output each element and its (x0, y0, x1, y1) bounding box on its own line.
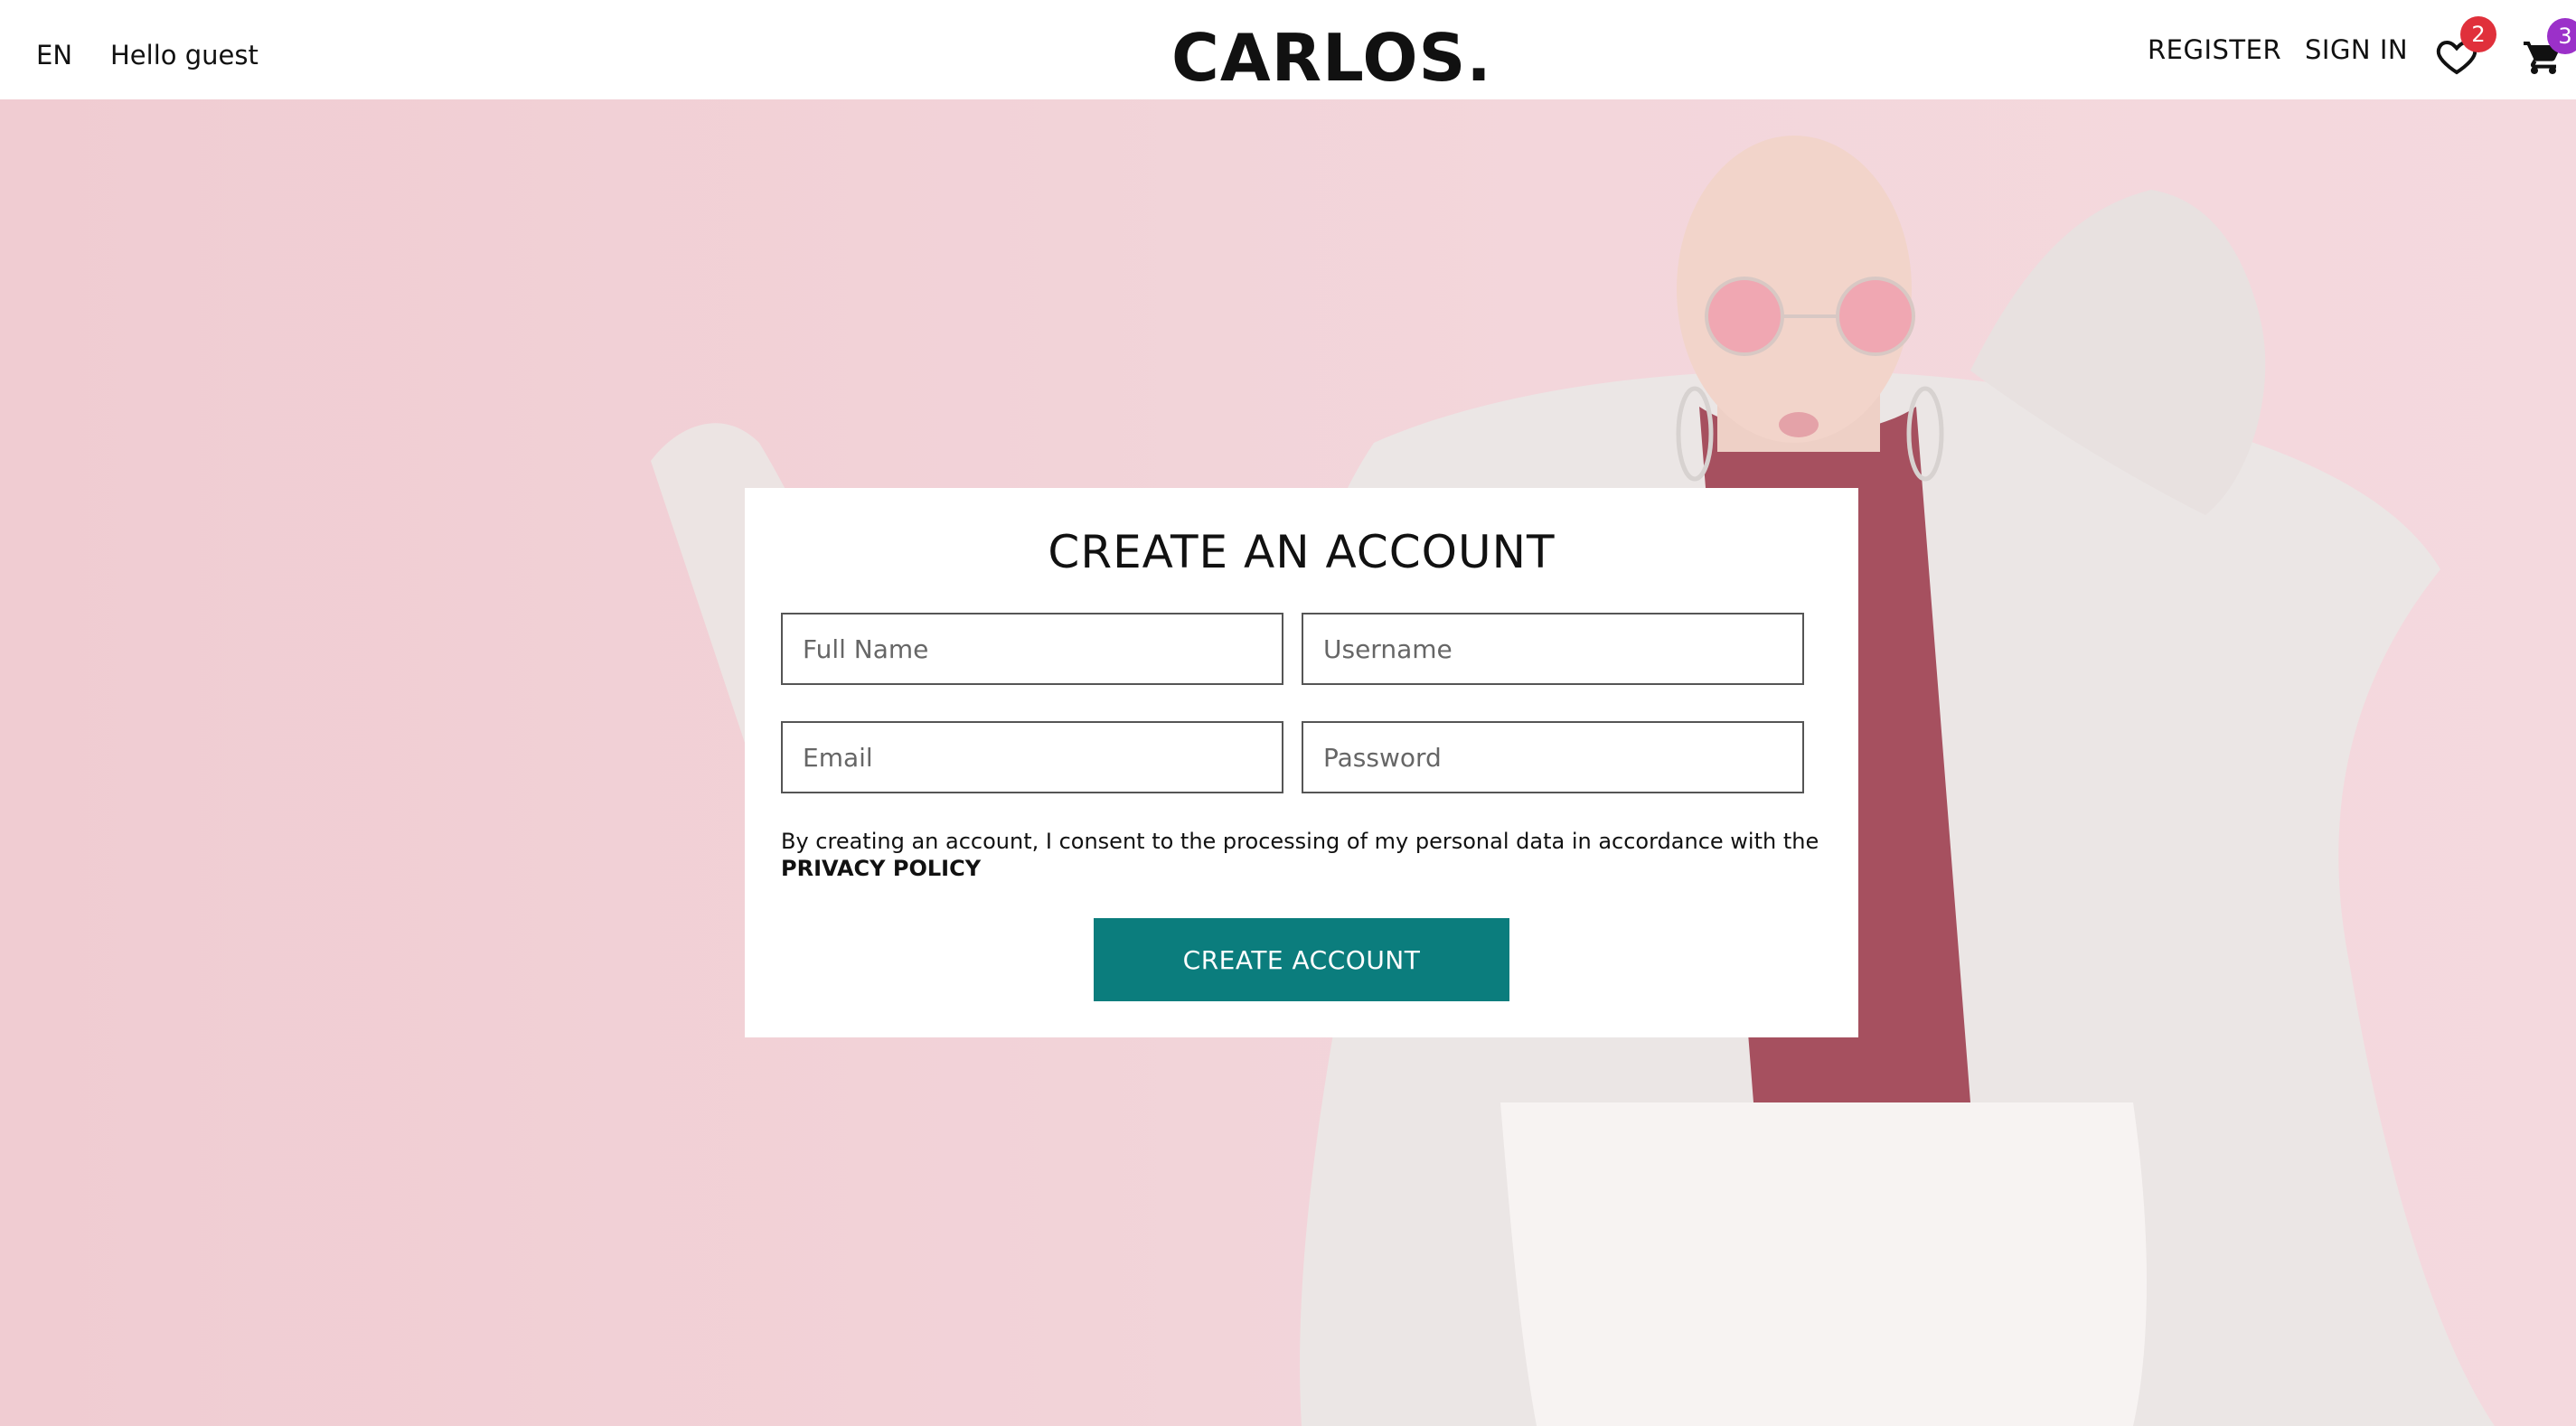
consent-text: By creating an account, I consent to the… (781, 828, 1829, 882)
hero-section: CREATE AN ACCOUNT By creating an account… (0, 99, 2576, 1426)
create-account-button[interactable]: CREATE ACCOUNT (1094, 918, 1509, 1001)
brand-logo[interactable]: CARLOS. (1171, 22, 1492, 94)
cart-count-badge: 3 (2547, 18, 2576, 54)
consent-statement: By creating an account, I consent to the… (781, 829, 1819, 854)
form-title: CREATE AN ACCOUNT (1048, 526, 1556, 578)
site-header: EN Hello guest CARLOS. REGISTER SIGN IN … (0, 0, 2576, 99)
full-name-input[interactable] (781, 613, 1283, 685)
greeting-text: Hello guest (110, 40, 259, 70)
password-input[interactable] (1302, 721, 1804, 793)
email-input[interactable] (781, 721, 1283, 793)
language-selector[interactable]: EN (36, 40, 72, 70)
register-link[interactable]: REGISTER (2148, 34, 2281, 65)
create-account-card: CREATE AN ACCOUNT By creating an account… (745, 488, 1858, 1037)
username-input[interactable] (1302, 613, 1804, 685)
wishlist-count-badge: 2 (2460, 16, 2496, 52)
signin-link[interactable]: SIGN IN (2305, 34, 2408, 65)
privacy-policy-link[interactable]: PRIVACY POLICY (781, 856, 981, 881)
